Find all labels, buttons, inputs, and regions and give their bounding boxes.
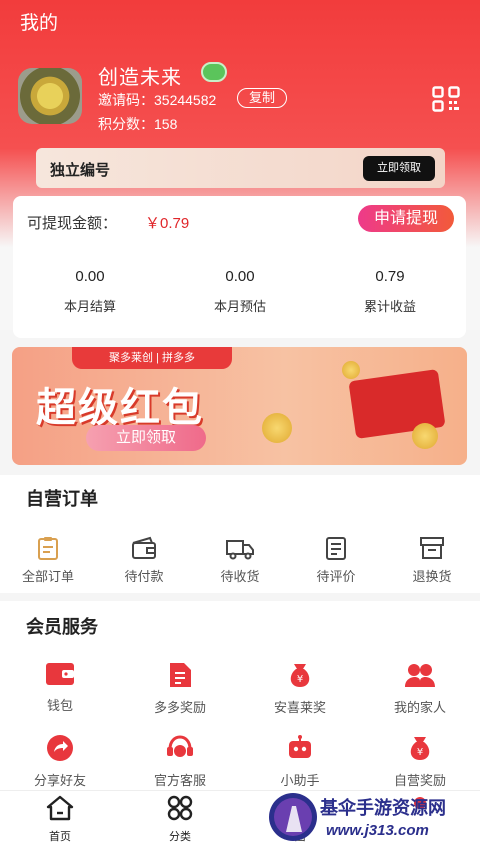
order-label: 退换货: [412, 569, 452, 584]
watermark-logo-icon: [269, 793, 317, 841]
stat-month-estimate[interactable]: 0.00 本月预估: [165, 268, 315, 315]
coin-icon: [412, 423, 438, 449]
invite-code-row: 邀请码：35244582: [98, 90, 216, 110]
wallet-icon: [132, 536, 156, 559]
stat-month-settled[interactable]: 0.00 本月结算: [15, 268, 165, 315]
service-label: 安喜莱奖: [273, 700, 326, 715]
username: 创造未来: [98, 67, 182, 89]
self-orders-section: 自营订单 全部订单 待付款 待收货 待评价 退换货: [0, 475, 480, 593]
truck-icon: [226, 540, 254, 560]
earnings-card: 可提现金额： ￥0.79 申请提现 0.00 本月结算 0.00 本月预估 0.…: [13, 196, 466, 338]
box-icon: [420, 537, 444, 559]
family-icon: [405, 664, 435, 687]
service-label: 我的家人: [393, 700, 446, 715]
orders-title: 自营订单: [26, 489, 98, 509]
order-all[interactable]: 全部订单: [0, 535, 96, 585]
headset-icon: [167, 735, 193, 757]
service-label: 钱包: [46, 698, 73, 713]
order-label: 待收货: [220, 569, 260, 584]
service-label: 官方客服: [153, 773, 206, 788]
stat-value: 0.79: [375, 268, 405, 285]
watermark-text: 基伞手游资源网: [320, 798, 446, 818]
order-returns[interactable]: 退换货: [384, 535, 480, 585]
order-pending-review[interactable]: 待评价: [288, 535, 384, 585]
stat-value: 0.00: [75, 268, 105, 285]
independent-id-card: 独立编号 立即领取: [36, 148, 445, 188]
invite-code-value: 35244582: [154, 92, 217, 108]
service-duoduo-reward[interactable]: 多多奖励: [120, 661, 240, 716]
order-pending-payment[interactable]: 待付款: [96, 535, 192, 585]
coin-icon: [342, 361, 360, 379]
copy-button[interactable]: 复制: [237, 88, 287, 108]
withdraw-button[interactable]: 申请提现: [358, 205, 454, 232]
stat-label: 本月结算: [63, 299, 116, 314]
document-icon: [326, 537, 346, 560]
home-icon: [46, 795, 74, 821]
page-title: 我的: [20, 13, 59, 34]
services-title: 会员服务: [26, 617, 98, 637]
red-packet-banner[interactable]: 聚多莱创 | 拼多多 超级红包 立即领取: [12, 347, 467, 465]
service-family[interactable]: 我的家人: [360, 661, 480, 716]
watermark-url: www.j313.com: [326, 822, 429, 839]
id-card-label: 独立编号: [50, 162, 111, 179]
clipboard-icon: [38, 537, 58, 560]
withdrawable-amount: ￥0.79: [145, 215, 190, 232]
withdrawable-label: 可提现金额：: [27, 215, 118, 232]
member-services-section: 会员服务 钱包 多多奖励 ¥ 安喜莱奖 我的家人 分享好友 官方客服 小助手 ¥…: [0, 601, 480, 790]
coin-icon: [262, 413, 292, 443]
reward-doc-icon: [170, 663, 191, 687]
points-row: 积分数：158: [98, 114, 177, 134]
stat-label: 累计收益: [363, 299, 416, 314]
banner-claim-button[interactable]: 立即领取: [86, 425, 206, 451]
money-bag-icon: ¥: [290, 664, 310, 687]
stat-value: 0.00: [225, 268, 255, 285]
order-pending-receipt[interactable]: 待收货: [192, 535, 288, 585]
tab-category[interactable]: 分类: [120, 794, 240, 844]
avatar[interactable]: [18, 68, 82, 124]
tab-label: 分类: [169, 831, 191, 843]
service-customer-support[interactable]: 官方客服: [120, 734, 240, 789]
invite-code-label: 邀请码：: [98, 92, 154, 108]
money-bag-icon: ¥: [410, 737, 430, 760]
tab-home[interactable]: 首页: [0, 794, 120, 844]
robot-icon: [289, 735, 311, 758]
service-label: 多多奖励: [153, 700, 206, 715]
tab-label: 首页: [49, 831, 71, 843]
service-share[interactable]: 分享好友: [0, 734, 120, 789]
share-icon: [47, 735, 73, 761]
category-icon: [167, 795, 193, 821]
points-label: 积分数：: [98, 116, 154, 132]
order-label: 待评价: [316, 569, 356, 584]
order-label: 全部订单: [21, 569, 74, 584]
points-value: 158: [154, 116, 178, 132]
service-anxi-reward[interactable]: ¥ 安喜莱奖: [240, 661, 360, 716]
qr-code-icon[interactable]: [432, 86, 460, 112]
service-wallet[interactable]: 钱包: [0, 661, 120, 714]
site-watermark: 基伞手游资源网 www.j313.com: [268, 784, 480, 852]
banner-logos: 聚多莱创 | 拼多多: [72, 347, 232, 369]
order-label: 待付款: [124, 569, 164, 584]
wallet-icon: [46, 663, 74, 685]
service-assistant[interactable]: 小助手: [240, 734, 360, 789]
svg-text:¥: ¥: [297, 674, 303, 685]
stat-total-earnings[interactable]: 0.79 累计收益: [315, 268, 465, 315]
service-self-reward[interactable]: ¥ 自营奖励: [360, 734, 480, 789]
service-label: 分享好友: [33, 773, 86, 788]
claim-id-button[interactable]: 立即领取: [363, 156, 435, 181]
level-badge-icon: [201, 62, 227, 82]
stat-label: 本月预估: [213, 299, 266, 314]
svg-text:¥: ¥: [417, 747, 423, 758]
